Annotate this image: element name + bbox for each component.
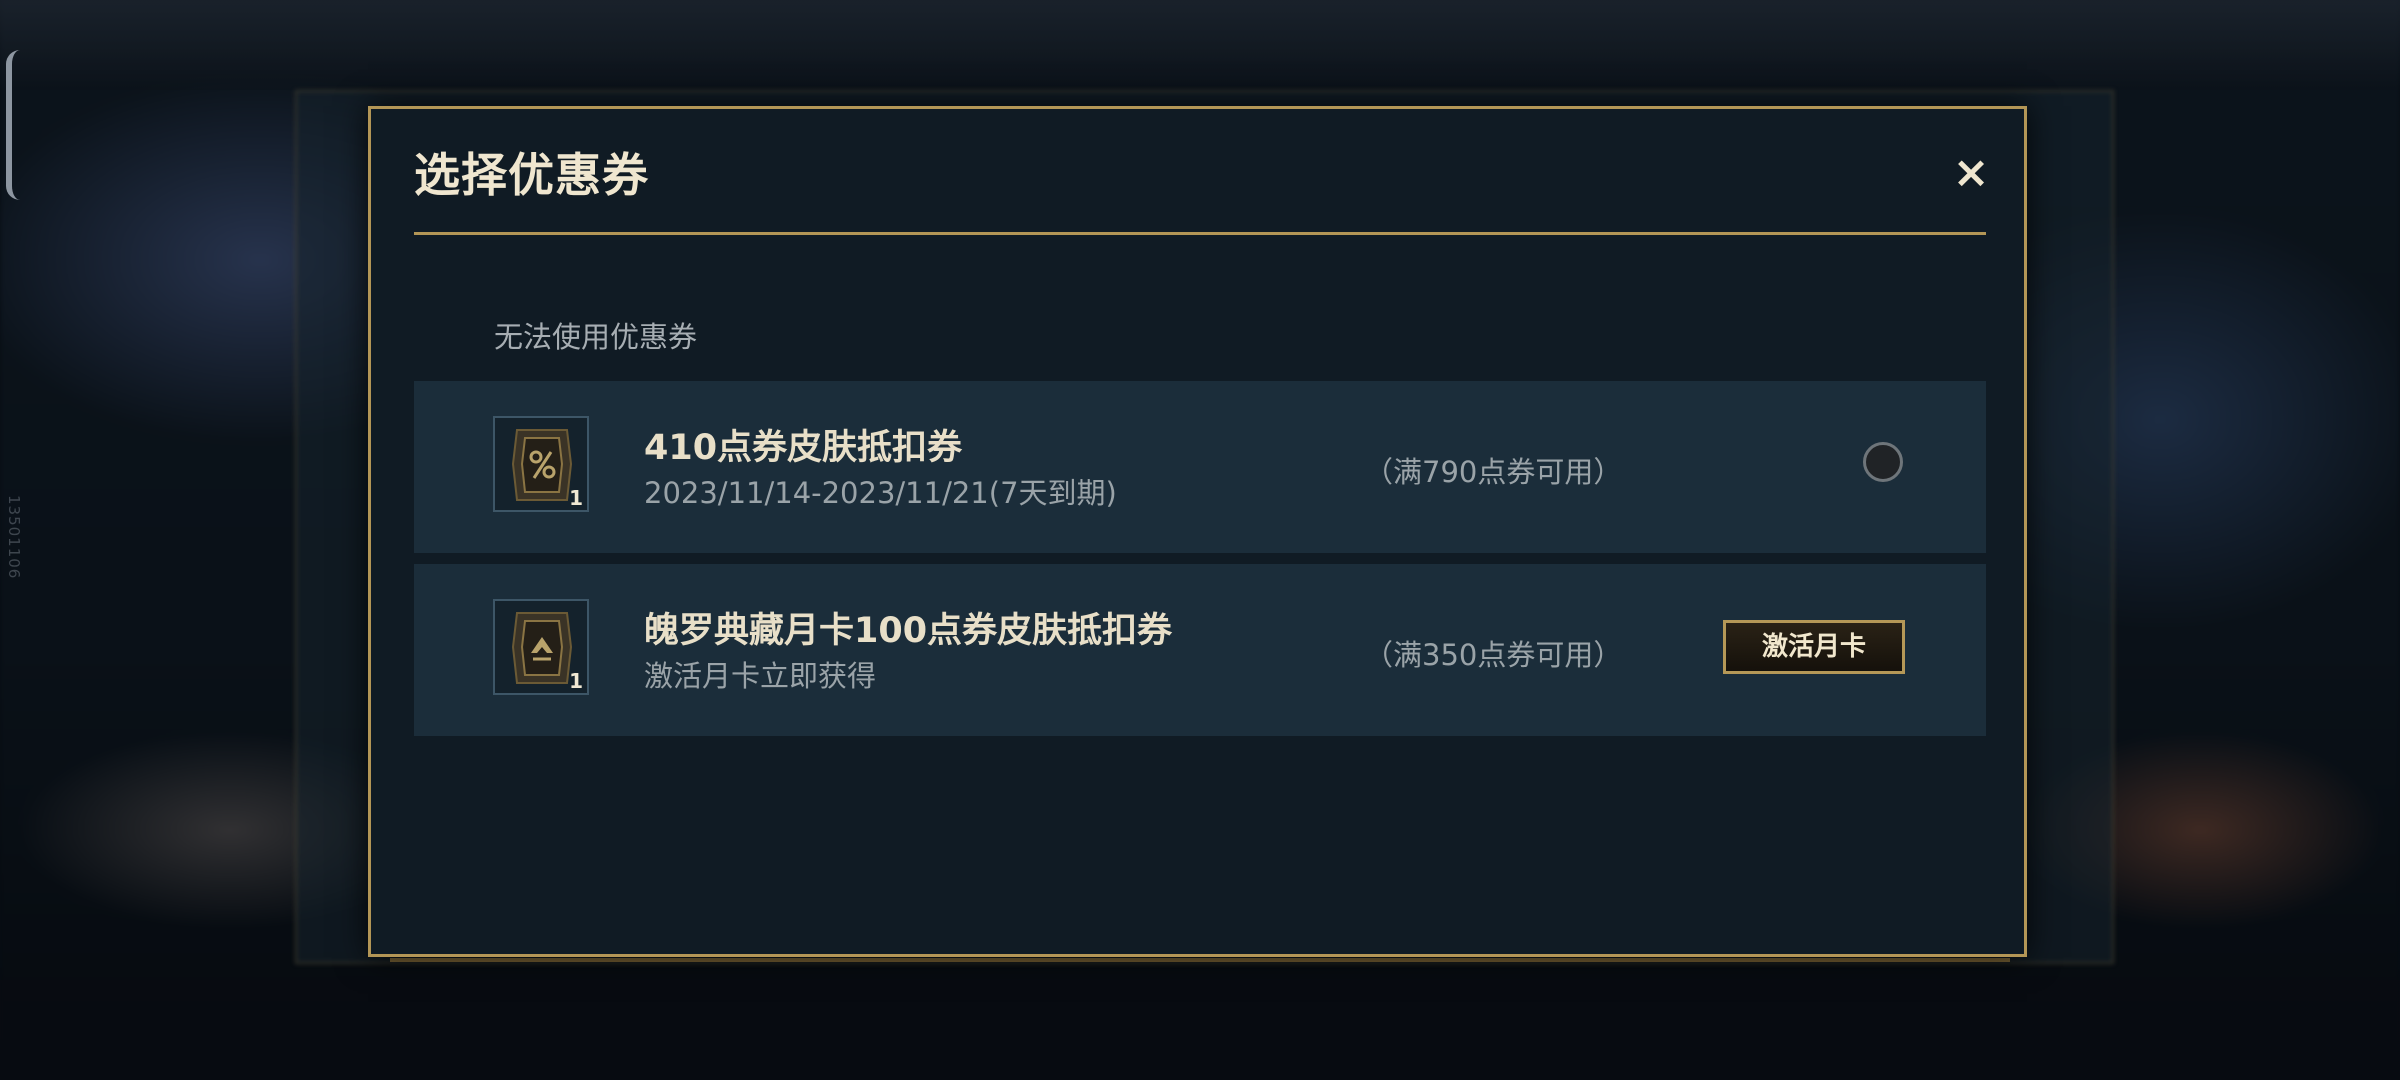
blurred-top-bar <box>0 0 2400 90</box>
coupon-select-dialog: 选择优惠券 × 无法使用优惠券 1 410点券皮肤抵扣券 2023/11/14-… <box>368 106 2027 957</box>
coupon-note: 激活月卡立即获得 <box>644 659 877 693</box>
title-divider <box>414 232 1986 235</box>
edge-swipe-handle[interactable] <box>6 50 22 200</box>
coupon-count: 1 <box>569 486 583 510</box>
coupon-name: 魄罗典藏月卡100点券皮肤抵扣券 <box>644 611 1173 651</box>
coupon-condition: （满790点券可用） <box>1364 455 1623 489</box>
edge-code-text: 13501106 <box>5 495 23 580</box>
coupon-ticket-icon: 1 <box>493 599 589 695</box>
dialog-bottom-accent <box>390 958 2010 962</box>
coupon-select-radio[interactable] <box>1863 442 1903 482</box>
coupon-count: 1 <box>569 669 583 693</box>
coupon-name: 410点券皮肤抵扣券 <box>644 428 963 468</box>
section-label-unusable: 无法使用优惠券 <box>494 320 698 354</box>
coupon-ticket-icon: 1 <box>493 416 589 512</box>
close-icon[interactable]: × <box>1949 151 1993 195</box>
coupon-condition: （满350点券可用） <box>1364 638 1623 672</box>
blurred-bottom-nav <box>0 980 2400 1080</box>
coupon-row[interactable]: 1 410点券皮肤抵扣券 2023/11/14-2023/11/21(7天到期)… <box>414 381 1986 553</box>
activate-monthly-card-button[interactable]: 激活月卡 <box>1723 620 1905 674</box>
dialog-title: 选择优惠券 <box>414 148 649 202</box>
coupon-validity: 2023/11/14-2023/11/21(7天到期) <box>644 476 1117 510</box>
coupon-row[interactable]: 1 魄罗典藏月卡100点券皮肤抵扣券 激活月卡立即获得 （满350点券可用） 激… <box>414 564 1986 736</box>
